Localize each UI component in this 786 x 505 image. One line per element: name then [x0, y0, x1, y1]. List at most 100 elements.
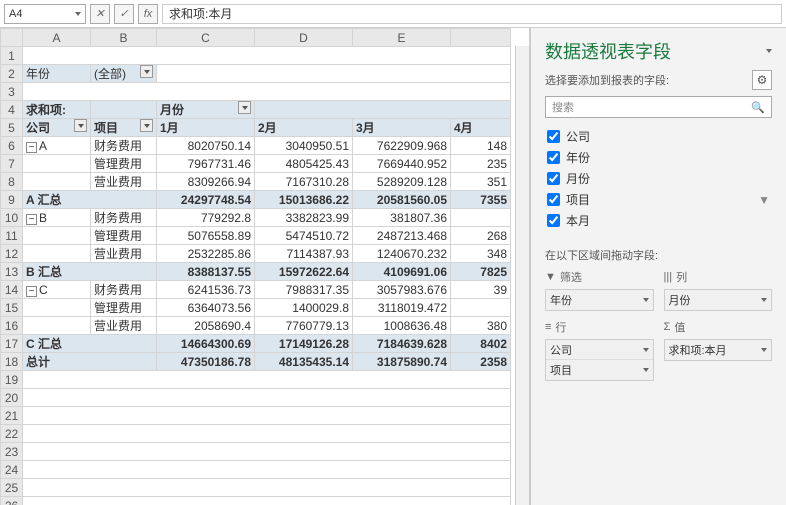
cell[interactable]: 24297748.54	[157, 191, 255, 209]
cell[interactable]	[451, 209, 511, 227]
cell[interactable]: 3118019.472	[353, 299, 451, 317]
cell[interactable]: 779292.8	[157, 209, 255, 227]
chevron-down-icon[interactable]	[75, 12, 81, 16]
row-header[interactable]: 10	[1, 209, 23, 227]
row-header[interactable]: 12	[1, 245, 23, 263]
grand-total[interactable]: 总计	[23, 353, 157, 371]
cell[interactable]	[23, 227, 91, 245]
cell[interactable]: 380	[451, 317, 511, 335]
chevron-down-icon[interactable]	[643, 368, 649, 372]
col-header-c[interactable]: C	[157, 29, 255, 47]
pivot-row-field-item[interactable]: 项目	[91, 119, 157, 137]
vertical-scrollbar[interactable]	[515, 46, 529, 505]
row-header[interactable]: 25	[1, 479, 23, 497]
row-header[interactable]: 20	[1, 389, 23, 407]
cell[interactable]	[23, 155, 91, 173]
cell[interactable]	[23, 479, 511, 497]
field-search-input[interactable]: 搜索 🔍	[545, 96, 772, 118]
area-rows-dropzone[interactable]: 公司 项目	[545, 339, 654, 381]
cell[interactable]: 5474510.72	[255, 227, 353, 245]
drop-item-project[interactable]: 项目	[546, 360, 653, 380]
cell[interactable]: 7760779.13	[255, 317, 353, 335]
col-header-b[interactable]: B	[91, 29, 157, 47]
filter-icon[interactable]: ▼	[758, 193, 770, 207]
field-item-company[interactable]: 公司	[547, 128, 770, 145]
collapse-icon[interactable]: −	[26, 142, 37, 153]
pivot-item[interactable]: 财务费用	[91, 137, 157, 155]
subtotal-a[interactable]: A 汇总	[23, 191, 157, 209]
row-header[interactable]: 26	[1, 497, 23, 505]
row-header[interactable]: 4	[1, 101, 23, 119]
cell[interactable]: 3382823.99	[255, 209, 353, 227]
cell[interactable]: 4805425.43	[255, 155, 353, 173]
cell[interactable]: 39	[451, 281, 511, 299]
field-item-thismonth[interactable]: 本月	[547, 212, 770, 229]
pivot-filter-value[interactable]: (全部)	[91, 65, 157, 83]
pivot-item[interactable]: 管理费用	[91, 227, 157, 245]
row-header[interactable]: 21	[1, 407, 23, 425]
cell[interactable]	[23, 461, 511, 479]
field-checkbox[interactable]	[547, 214, 560, 227]
pivot-item[interactable]: 财务费用	[91, 281, 157, 299]
row-header[interactable]: 23	[1, 443, 23, 461]
cell[interactable]: 381807.36	[353, 209, 451, 227]
cell[interactable]: 7167310.28	[255, 173, 353, 191]
cell[interactable]: 348	[451, 245, 511, 263]
select-all-corner[interactable]	[1, 29, 23, 47]
formula-bar[interactable]: 求和项:本月	[162, 4, 782, 24]
pivot-item[interactable]: 营业费用	[91, 173, 157, 191]
cell[interactable]: 6241536.73	[157, 281, 255, 299]
filter-dropdown-icon[interactable]	[140, 119, 153, 132]
cell[interactable]: 7355	[451, 191, 511, 209]
row-header[interactable]: 16	[1, 317, 23, 335]
cell[interactable]: 2487213.468	[353, 227, 451, 245]
pivot-group-a[interactable]: −A	[23, 137, 91, 155]
cell[interactable]: 17149126.28	[255, 335, 353, 353]
chevron-down-icon[interactable]	[766, 49, 772, 53]
row-header[interactable]: 7	[1, 155, 23, 173]
field-checkbox[interactable]	[547, 172, 560, 185]
drop-item-sum[interactable]: 求和项:本月	[665, 340, 772, 360]
cell[interactable]: 2358	[451, 353, 511, 371]
pivot-item[interactable]: 营业费用	[91, 317, 157, 335]
pivot-item[interactable]: 营业费用	[91, 245, 157, 263]
cell[interactable]: 8020750.14	[157, 137, 255, 155]
cell[interactable]	[255, 101, 511, 119]
row-header[interactable]: 17	[1, 335, 23, 353]
cell[interactable]: 1400029.8	[255, 299, 353, 317]
row-header[interactable]: 15	[1, 299, 23, 317]
cell[interactable]: 7622909.968	[353, 137, 451, 155]
worksheet[interactable]: A B C D E 1 2 年份 (全部) 3 4 求和项: 月份	[0, 28, 530, 505]
col-header-d[interactable]: D	[255, 29, 353, 47]
cell[interactable]: 5289209.128	[353, 173, 451, 191]
cell[interactable]	[23, 173, 91, 191]
subtotal-b[interactable]: B 汇总	[23, 263, 157, 281]
pivot-col-4[interactable]: 4月	[451, 119, 511, 137]
collapse-icon[interactable]: −	[26, 214, 37, 225]
cell[interactable]	[23, 497, 511, 505]
row-header[interactable]: 22	[1, 425, 23, 443]
cell[interactable]	[23, 443, 511, 461]
col-header-f[interactable]	[451, 29, 511, 47]
chevron-down-icon[interactable]	[643, 348, 649, 352]
cell[interactable]: 8309266.94	[157, 173, 255, 191]
cell[interactable]: 148	[451, 137, 511, 155]
cell[interactable]	[23, 47, 511, 65]
cell[interactable]: 2532285.86	[157, 245, 255, 263]
col-header-a[interactable]: A	[23, 29, 91, 47]
cell[interactable]: 7669440.952	[353, 155, 451, 173]
cell[interactable]: 268	[451, 227, 511, 245]
cell[interactable]: 8402	[451, 335, 511, 353]
cell[interactable]: 7988317.35	[255, 281, 353, 299]
pivot-group-c[interactable]: −C	[23, 281, 91, 299]
confirm-formula-button[interactable]: ✓	[114, 4, 134, 24]
cell[interactable]	[23, 83, 511, 101]
cancel-formula-button[interactable]: ✕	[90, 4, 110, 24]
row-header[interactable]: 9	[1, 191, 23, 209]
cell[interactable]: 15013686.22	[255, 191, 353, 209]
cell[interactable]	[23, 407, 511, 425]
gear-icon[interactable]: ⚙	[752, 70, 772, 90]
row-header[interactable]: 18	[1, 353, 23, 371]
row-header[interactable]: 2	[1, 65, 23, 83]
filter-dropdown-icon[interactable]	[238, 101, 251, 114]
